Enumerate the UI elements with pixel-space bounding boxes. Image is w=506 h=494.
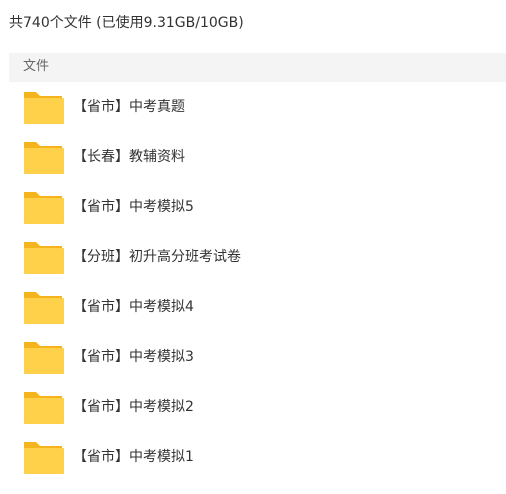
file-list: 【省市】中考真题 【长春】教辅资料 【省市】中考模拟5 【分班】初升高分班考试卷…	[9, 82, 506, 482]
file-name[interactable]: 【分班】初升高分班考试卷	[73, 247, 241, 267]
file-row[interactable]: 【省市】中考模拟5	[9, 182, 506, 232]
file-column-header[interactable]: 文件	[9, 53, 506, 82]
folder-icon	[22, 389, 64, 425]
file-name[interactable]: 【长春】教辅资料	[73, 147, 185, 167]
file-name[interactable]: 【省市】中考真题	[73, 97, 185, 117]
folder-icon	[22, 339, 64, 375]
file-row[interactable]: 【省市】中考模拟4	[9, 282, 506, 332]
file-name[interactable]: 【省市】中考模拟3	[73, 347, 194, 367]
folder-icon	[22, 439, 64, 475]
file-name[interactable]: 【省市】中考模拟4	[73, 297, 194, 317]
file-column-label: 文件	[23, 59, 50, 74]
folder-icon	[22, 189, 64, 225]
file-name[interactable]: 【省市】中考模拟1	[73, 447, 194, 467]
folder-icon	[22, 289, 64, 325]
storage-summary: 共740个文件 (已使用9.31GB/10GB)	[9, 15, 244, 31]
folder-icon	[22, 89, 64, 125]
file-row[interactable]: 【省市】中考模拟2	[9, 382, 506, 432]
file-row[interactable]: 【省市】中考模拟3	[9, 332, 506, 382]
file-name[interactable]: 【省市】中考模拟5	[73, 197, 194, 217]
folder-icon	[22, 139, 64, 175]
file-name[interactable]: 【省市】中考模拟2	[73, 397, 194, 417]
file-row[interactable]: 【省市】中考真题	[9, 82, 506, 132]
file-row[interactable]: 【省市】中考模拟1	[9, 432, 506, 482]
folder-icon	[22, 239, 64, 275]
file-row[interactable]: 【分班】初升高分班考试卷	[9, 232, 506, 282]
file-row[interactable]: 【长春】教辅资料	[9, 132, 506, 182]
